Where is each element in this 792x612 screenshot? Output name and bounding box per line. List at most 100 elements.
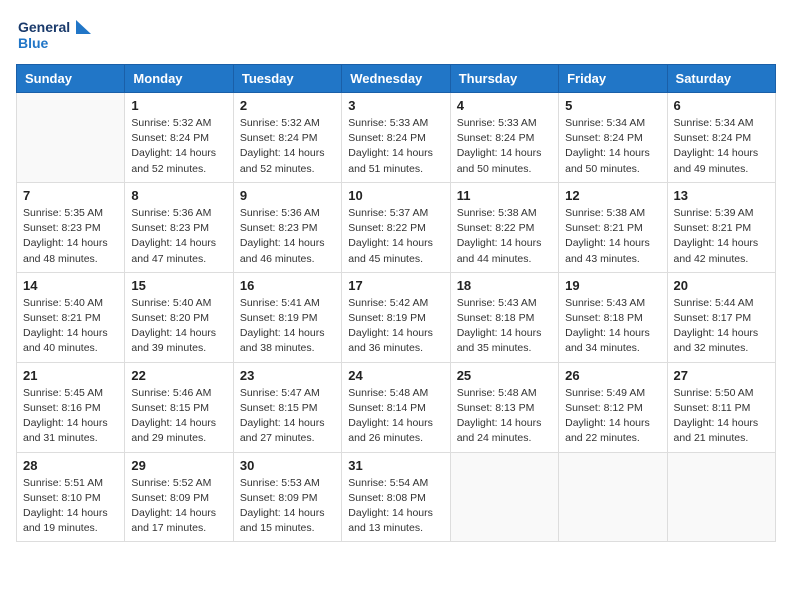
day-info: Sunrise: 5:36 AM Sunset: 8:23 PM Dayligh… (240, 206, 335, 267)
calendar-cell: 22 Sunrise: 5:46 AM Sunset: 8:15 PM Dayli… (125, 362, 233, 452)
day-number: 19 (565, 278, 660, 293)
calendar-cell: 27 Sunrise: 5:50 AM Sunset: 8:11 PM Dayli… (667, 362, 775, 452)
calendar-cell: 29 Sunrise: 5:52 AM Sunset: 8:09 PM Dayli… (125, 452, 233, 542)
day-number: 14 (23, 278, 118, 293)
day-number: 1 (131, 98, 226, 113)
day-info: Sunrise: 5:48 AM Sunset: 8:14 PM Dayligh… (348, 386, 443, 447)
day-info: Sunrise: 5:49 AM Sunset: 8:12 PM Dayligh… (565, 386, 660, 447)
calendar-cell: 30 Sunrise: 5:53 AM Sunset: 8:09 PM Dayli… (233, 452, 341, 542)
day-info: Sunrise: 5:53 AM Sunset: 8:09 PM Dayligh… (240, 476, 335, 537)
day-number: 16 (240, 278, 335, 293)
calendar-cell: 31 Sunrise: 5:54 AM Sunset: 8:08 PM Dayli… (342, 452, 450, 542)
day-info: Sunrise: 5:50 AM Sunset: 8:11 PM Dayligh… (674, 386, 769, 447)
calendar-cell: 23 Sunrise: 5:47 AM Sunset: 8:15 PM Dayli… (233, 362, 341, 452)
day-info: Sunrise: 5:52 AM Sunset: 8:09 PM Dayligh… (131, 476, 226, 537)
day-info: Sunrise: 5:38 AM Sunset: 8:21 PM Dayligh… (565, 206, 660, 267)
calendar-cell: 3Sunrise: 5:33 AM Sunset: 8:24 PM Daylig… (342, 93, 450, 183)
day-number: 6 (674, 98, 769, 113)
day-info: Sunrise: 5:40 AM Sunset: 8:20 PM Dayligh… (131, 296, 226, 357)
calendar-cell (667, 452, 775, 542)
calendar-cell: 1Sunrise: 5:32 AM Sunset: 8:24 PM Daylig… (125, 93, 233, 183)
calendar-cell: 19 Sunrise: 5:43 AM Sunset: 8:18 PM Dayli… (559, 272, 667, 362)
day-number: 18 (457, 278, 552, 293)
day-info: Sunrise: 5:46 AM Sunset: 8:15 PM Dayligh… (131, 386, 226, 447)
day-info: Sunrise: 5:36 AM Sunset: 8:23 PM Dayligh… (131, 206, 226, 267)
day-number: 20 (674, 278, 769, 293)
logo-icon: GeneralBlue (16, 16, 96, 56)
day-number: 9 (240, 188, 335, 203)
svg-text:Blue: Blue (18, 35, 49, 51)
day-info: Sunrise: 5:35 AM Sunset: 8:23 PM Dayligh… (23, 206, 118, 267)
day-number: 25 (457, 368, 552, 383)
page-header: GeneralBlue (16, 16, 776, 56)
day-info: Sunrise: 5:48 AM Sunset: 8:13 PM Dayligh… (457, 386, 552, 447)
day-number: 31 (348, 458, 443, 473)
day-info: Sunrise: 5:34 AM Sunset: 8:24 PM Dayligh… (565, 116, 660, 177)
day-info: Sunrise: 5:47 AM Sunset: 8:15 PM Dayligh… (240, 386, 335, 447)
weekday-header-sunday: Sunday (17, 65, 125, 93)
calendar-cell: 12 Sunrise: 5:38 AM Sunset: 8:21 PM Dayli… (559, 182, 667, 272)
day-info: Sunrise: 5:43 AM Sunset: 8:18 PM Dayligh… (565, 296, 660, 357)
calendar-cell (450, 452, 558, 542)
calendar-cell: 2 Sunrise: 5:32 AM Sunset: 8:24 PM Daylig… (233, 93, 341, 183)
day-number: 30 (240, 458, 335, 473)
calendar-cell: 5 Sunrise: 5:34 AM Sunset: 8:24 PM Daylig… (559, 93, 667, 183)
day-number: 12 (565, 188, 660, 203)
weekday-header-row: SundayMondayTuesdayWednesdayThursdayFrid… (17, 65, 776, 93)
calendar-cell: 24 Sunrise: 5:48 AM Sunset: 8:14 PM Dayli… (342, 362, 450, 452)
calendar-cell: 7 Sunrise: 5:35 AM Sunset: 8:23 PM Daylig… (17, 182, 125, 272)
day-number: 13 (674, 188, 769, 203)
day-number: 27 (674, 368, 769, 383)
week-row-5: 28 Sunrise: 5:51 AM Sunset: 8:10 PM Dayli… (17, 452, 776, 542)
day-number: 23 (240, 368, 335, 383)
day-number: 17 (348, 278, 443, 293)
calendar-cell: 20Sunrise: 5:44 AM Sunset: 8:17 PM Dayli… (667, 272, 775, 362)
day-info: Sunrise: 5:51 AM Sunset: 8:10 PM Dayligh… (23, 476, 118, 537)
day-info: Sunrise: 5:40 AM Sunset: 8:21 PM Dayligh… (23, 296, 118, 357)
weekday-header-saturday: Saturday (667, 65, 775, 93)
calendar-cell (17, 93, 125, 183)
day-number: 29 (131, 458, 226, 473)
day-info: Sunrise: 5:42 AM Sunset: 8:19 PM Dayligh… (348, 296, 443, 357)
day-info: Sunrise: 5:33 AM Sunset: 8:24 PM Dayligh… (457, 116, 552, 177)
calendar-cell: 10Sunrise: 5:37 AM Sunset: 8:22 PM Dayli… (342, 182, 450, 272)
calendar-cell: 16 Sunrise: 5:41 AM Sunset: 8:19 PM Dayli… (233, 272, 341, 362)
day-info: Sunrise: 5:41 AM Sunset: 8:19 PM Dayligh… (240, 296, 335, 357)
week-row-3: 14 Sunrise: 5:40 AM Sunset: 8:21 PM Dayli… (17, 272, 776, 362)
day-number: 28 (23, 458, 118, 473)
day-info: Sunrise: 5:45 AM Sunset: 8:16 PM Dayligh… (23, 386, 118, 447)
day-info: Sunrise: 5:39 AM Sunset: 8:21 PM Dayligh… (674, 206, 769, 267)
weekday-header-tuesday: Tuesday (233, 65, 341, 93)
day-number: 26 (565, 368, 660, 383)
week-row-4: 21 Sunrise: 5:45 AM Sunset: 8:16 PM Dayli… (17, 362, 776, 452)
day-number: 4 (457, 98, 552, 113)
calendar-cell: 21 Sunrise: 5:45 AM Sunset: 8:16 PM Dayli… (17, 362, 125, 452)
day-info: Sunrise: 5:54 AM Sunset: 8:08 PM Dayligh… (348, 476, 443, 537)
weekday-header-monday: Monday (125, 65, 233, 93)
day-number: 21 (23, 368, 118, 383)
calendar-cell: 25 Sunrise: 5:48 AM Sunset: 8:13 PM Dayli… (450, 362, 558, 452)
day-info: Sunrise: 5:38 AM Sunset: 8:22 PM Dayligh… (457, 206, 552, 267)
svg-text:General: General (18, 19, 70, 35)
calendar-cell: 11 Sunrise: 5:38 AM Sunset: 8:22 PM Dayli… (450, 182, 558, 272)
calendar-cell (559, 452, 667, 542)
day-number: 15 (131, 278, 226, 293)
day-number: 7 (23, 188, 118, 203)
weekday-header-friday: Friday (559, 65, 667, 93)
day-number: 5 (565, 98, 660, 113)
week-row-2: 7 Sunrise: 5:35 AM Sunset: 8:23 PM Daylig… (17, 182, 776, 272)
weekday-header-thursday: Thursday (450, 65, 558, 93)
calendar-cell: 14 Sunrise: 5:40 AM Sunset: 8:21 PM Dayli… (17, 272, 125, 362)
day-info: Sunrise: 5:43 AM Sunset: 8:18 PM Dayligh… (457, 296, 552, 357)
day-info: Sunrise: 5:32 AM Sunset: 8:24 PM Dayligh… (240, 116, 335, 177)
day-info: Sunrise: 5:34 AM Sunset: 8:24 PM Dayligh… (674, 116, 769, 177)
day-number: 24 (348, 368, 443, 383)
day-number: 2 (240, 98, 335, 113)
day-number: 11 (457, 188, 552, 203)
weekday-header-wednesday: Wednesday (342, 65, 450, 93)
calendar-cell: 18 Sunrise: 5:43 AM Sunset: 8:18 PM Dayli… (450, 272, 558, 362)
day-info: Sunrise: 5:37 AM Sunset: 8:22 PM Dayligh… (348, 206, 443, 267)
calendar-cell: 6 Sunrise: 5:34 AM Sunset: 8:24 PM Daylig… (667, 93, 775, 183)
calendar-cell: 8Sunrise: 5:36 AM Sunset: 8:23 PM Daylig… (125, 182, 233, 272)
day-number: 22 (131, 368, 226, 383)
